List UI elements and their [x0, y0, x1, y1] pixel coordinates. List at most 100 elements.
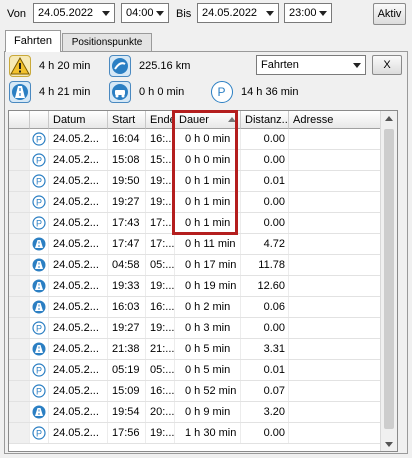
table-row[interactable]: 24.05.2... 21:38 21:... 0 h 5 min 3.31: [9, 339, 381, 360]
table-row[interactable]: 24.05.2... 19:33 19:... 0 h 19 min 12.60: [9, 276, 381, 297]
type-select[interactable]: Fahrten: [256, 55, 366, 75]
header-datum[interactable]: Datum: [49, 111, 108, 129]
from-date-value: 24.05.2022: [38, 7, 94, 19]
scroll-thumb[interactable]: [384, 129, 394, 429]
row-type-cell: [30, 402, 49, 422]
tab-fahrten[interactable]: Fahrten: [5, 30, 61, 52]
table-row[interactable]: P 24.05.2... 15:09 16:... 0 h 52 min 0.07: [9, 381, 381, 402]
table-row[interactable]: 24.05.2... 17:47 17:... 0 h 11 min 4.72: [9, 234, 381, 255]
cell-distanz: 0.00: [241, 318, 289, 338]
header-ende[interactable]: Ende: [146, 111, 175, 129]
cell-adresse: [289, 129, 381, 149]
table-row[interactable]: P 24.05.2... 17:56 19:... 1 h 30 min 0.00: [9, 423, 381, 444]
row-type-cell: P: [30, 360, 49, 380]
table-row[interactable]: 24.05.2... 16:03 16:... 0 h 2 min 0.06: [9, 297, 381, 318]
driving-duration: 4 h 21 min: [39, 86, 91, 98]
cell-adresse: [289, 297, 381, 317]
cell-datum: 24.05.2...: [49, 297, 108, 317]
chevron-down-icon[interactable]: [98, 4, 114, 22]
sort-ascending-icon: [228, 117, 236, 122]
from-label: Von: [7, 8, 26, 20]
row-type-cell: P: [30, 318, 49, 338]
distance-total: 225.16 km: [139, 60, 191, 72]
tab-positionspunkte[interactable]: Positionspunkte: [62, 33, 152, 51]
row-indicator: [9, 234, 30, 254]
cell-dauer: 0 h 5 min: [175, 360, 241, 380]
row-indicator: [9, 318, 30, 338]
cell-start: 21:38: [108, 339, 146, 359]
cell-dauer: 0 h 5 min: [175, 339, 241, 359]
row-indicator: [9, 150, 30, 170]
cell-adresse: [289, 402, 381, 422]
cell-datum: 24.05.2...: [49, 276, 108, 296]
cell-datum: 24.05.2...: [49, 381, 108, 401]
row-type-cell: P: [30, 192, 49, 212]
table-row[interactable]: P 24.05.2... 19:50 19:... 0 h 1 min 0.01: [9, 171, 381, 192]
table-row[interactable]: P 24.05.2... 16:04 16:... 0 h 0 min 0.00: [9, 129, 381, 150]
header-icon: [30, 111, 49, 129]
from-time-picker[interactable]: 04:00: [121, 3, 169, 23]
row-type-cell: [30, 276, 49, 296]
cell-ende: 19:...: [146, 423, 175, 443]
scroll-down-arrow[interactable]: [385, 442, 393, 447]
parking-icon: P: [32, 321, 46, 335]
cell-dauer: 0 h 1 min: [175, 171, 241, 191]
row-indicator: [9, 276, 30, 296]
table-row[interactable]: P 24.05.2... 15:08 15:... 0 h 0 min 0.00: [9, 150, 381, 171]
parking-icon: P: [32, 384, 46, 398]
to-date-picker[interactable]: 24.05.2022: [197, 3, 279, 23]
cell-datum: 24.05.2...: [49, 234, 108, 254]
cell-distanz: 0.00: [241, 423, 289, 443]
svg-text:P: P: [36, 198, 42, 208]
row-indicator: [9, 339, 30, 359]
chevron-down-icon[interactable]: [262, 4, 278, 22]
cell-ende: 17:...: [146, 213, 175, 233]
vertical-scrollbar[interactable]: [380, 111, 397, 451]
cell-adresse: [289, 381, 381, 401]
table-row[interactable]: P 24.05.2... 17:43 17:... 0 h 1 min 0.00: [9, 213, 381, 234]
chevron-down-icon[interactable]: [349, 56, 365, 74]
cell-datum: 24.05.2...: [49, 255, 108, 275]
parking-icon: P: [32, 363, 46, 377]
chevron-down-icon[interactable]: [152, 4, 168, 22]
row-type-cell: P: [30, 129, 49, 149]
cell-adresse: [289, 171, 381, 191]
warning-duration: 4 h 20 min: [39, 60, 91, 72]
table-row[interactable]: P 24.05.2... 05:19 05:... 0 h 5 min 0.01: [9, 360, 381, 381]
clear-button[interactable]: X: [372, 55, 402, 75]
scroll-up-arrow[interactable]: [385, 116, 393, 121]
row-type-cell: P: [30, 171, 49, 191]
trips-table[interactable]: Datum Start Ende Dauer Distanz... Adress…: [8, 110, 398, 452]
row-type-cell: [30, 339, 49, 359]
to-time-picker[interactable]: 23:00: [284, 3, 332, 23]
cell-datum: 24.05.2...: [49, 150, 108, 170]
header-dauer[interactable]: Dauer: [175, 111, 241, 129]
header-adresse[interactable]: Adresse: [289, 111, 381, 129]
svg-text:P: P: [36, 177, 42, 187]
svg-text:P: P: [36, 324, 42, 334]
cell-distanz: 0.07: [241, 381, 289, 401]
row-indicator: [9, 423, 30, 443]
table-row[interactable]: 24.05.2... 04:58 05:... 0 h 17 min 11.78: [9, 255, 381, 276]
table-row[interactable]: P 24.05.2... 19:27 19:... 0 h 1 min 0.00: [9, 192, 381, 213]
cell-adresse: [289, 234, 381, 254]
table-row[interactable]: 24.05.2... 19:54 20:... 0 h 9 min 3.20: [9, 402, 381, 423]
row-type-cell: P: [30, 381, 49, 401]
cell-distanz: 0.01: [241, 360, 289, 380]
cell-adresse: [289, 213, 381, 233]
parking-icon: P: [32, 132, 46, 146]
header-start[interactable]: Start: [108, 111, 146, 129]
road-icon: [32, 279, 46, 293]
chevron-down-icon[interactable]: [315, 4, 331, 22]
from-date-picker[interactable]: 24.05.2022: [33, 3, 115, 23]
table-row[interactable]: P 24.05.2... 19:27 19:... 0 h 3 min 0.00: [9, 318, 381, 339]
cell-dauer: 0 h 3 min: [175, 318, 241, 338]
aktiv-button[interactable]: Aktiv: [373, 3, 406, 25]
cell-dauer: 1 h 30 min: [175, 423, 241, 443]
header-distanz[interactable]: Distanz...: [241, 111, 289, 129]
row-indicator: [9, 129, 30, 149]
cell-start: 19:54: [108, 402, 146, 422]
parking-icon: P: [32, 195, 46, 209]
cell-datum: 24.05.2...: [49, 360, 108, 380]
row-indicator: [9, 192, 30, 212]
